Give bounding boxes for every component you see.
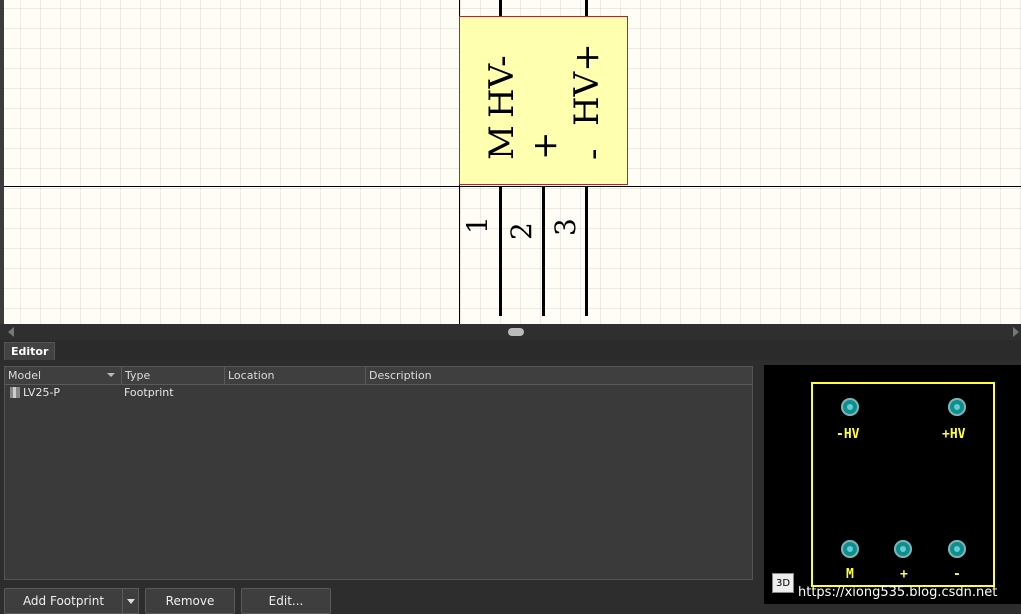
label-plus: + xyxy=(900,567,908,582)
canvas-edge xyxy=(0,0,4,324)
cell-model: LV25-P xyxy=(23,386,61,399)
pin-1[interactable] xyxy=(499,186,502,316)
pin-label-plus: + xyxy=(525,131,565,161)
add-footprint-dropdown[interactable] xyxy=(122,588,139,614)
pad-m xyxy=(841,540,859,558)
scroll-left-icon[interactable] xyxy=(8,327,14,337)
pad-hv-minus xyxy=(841,398,859,416)
schematic-canvas[interactable]: M HV- + - HV+ 1 2 3 xyxy=(0,0,1021,324)
pin-label-minus: - xyxy=(573,148,613,161)
table-row[interactable]: LV25-P Footprint xyxy=(5,385,752,401)
cell-type: Footprint xyxy=(124,386,174,399)
pin-3[interactable] xyxy=(585,186,588,316)
scrollbar-thumb[interactable] xyxy=(508,328,524,336)
chevron-down-icon xyxy=(127,599,135,604)
pin-2[interactable] xyxy=(542,186,545,316)
column-header-description[interactable]: Description xyxy=(366,367,752,384)
footprint-preview[interactable]: -HV +HV M + - 3D xyxy=(764,365,1021,604)
pin-line-top-1 xyxy=(499,0,502,16)
remove-button[interactable]: Remove xyxy=(145,588,235,614)
pin-label-m: M xyxy=(482,125,522,160)
scroll-right-icon[interactable] xyxy=(1013,327,1019,337)
tab-editor[interactable]: Editor xyxy=(4,342,56,360)
origin-axis-horizontal xyxy=(4,186,1021,187)
models-table: Model Type Location Description LV25-P F… xyxy=(4,366,753,580)
watermark: https://xiong535.blog.csdn.net xyxy=(798,585,998,600)
pad-plus xyxy=(894,540,912,558)
pin-label-hv-plus: HV+ xyxy=(567,43,607,126)
footprint-icon xyxy=(10,387,20,398)
label-m: M xyxy=(846,567,854,582)
label-minus-hv: -HV xyxy=(836,427,860,442)
pad-hv-plus xyxy=(948,398,966,416)
sort-desc-icon[interactable] xyxy=(107,373,115,377)
pad-minus xyxy=(948,540,966,558)
add-footprint-button[interactable]: Add Footprint xyxy=(4,588,123,614)
pin-line-top-2 xyxy=(585,0,588,16)
pin-label-hv-minus: HV- xyxy=(482,55,522,118)
horizontal-scrollbar[interactable] xyxy=(0,324,1021,340)
pin-number-1: 1 xyxy=(461,216,494,234)
3d-view-button[interactable]: 3D xyxy=(772,573,794,593)
editor-panel: Editor Model Type Location Description L… xyxy=(0,340,1021,614)
column-header-location[interactable]: Location xyxy=(225,367,366,384)
table-header: Model Type Location Description xyxy=(5,367,752,385)
pin-number-2: 2 xyxy=(505,222,538,240)
label-plus-hv: +HV xyxy=(942,427,966,442)
column-header-model[interactable]: Model xyxy=(5,367,122,384)
pin-number-3: 3 xyxy=(549,218,582,236)
label-minus: - xyxy=(953,567,961,582)
column-header-model-label: Model xyxy=(8,369,42,382)
column-header-type[interactable]: Type xyxy=(122,367,225,384)
tab-bar: Editor xyxy=(0,340,1021,360)
edit-button[interactable]: Edit... xyxy=(241,588,331,614)
